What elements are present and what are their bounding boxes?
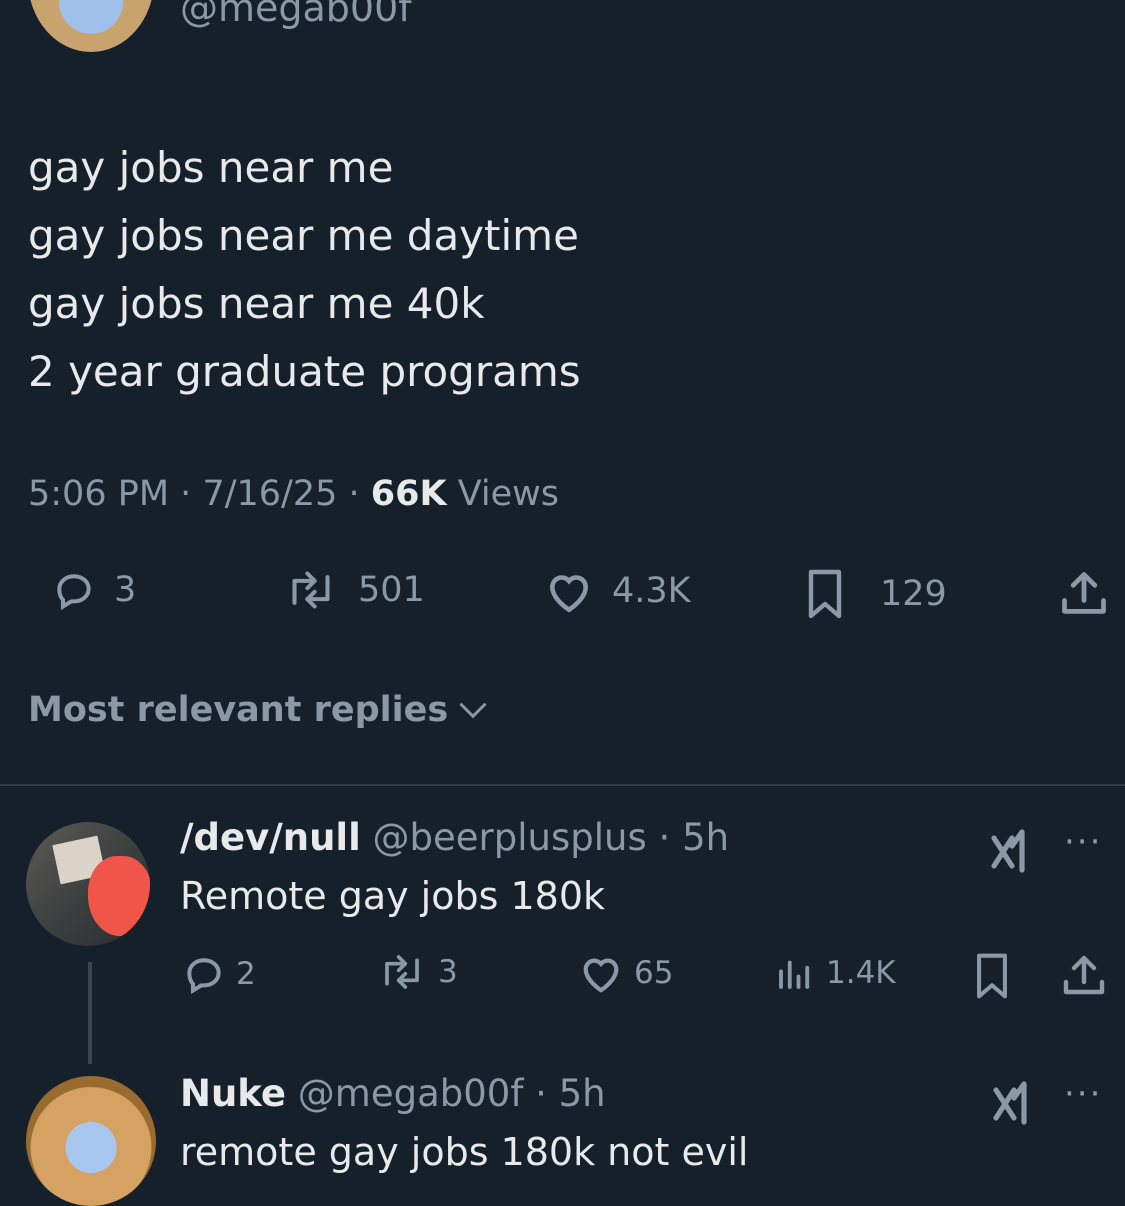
repost-icon bbox=[292, 571, 330, 609]
heart-icon bbox=[583, 958, 619, 993]
author-avatar[interactable] bbox=[28, 0, 154, 52]
reply-repost-button[interactable]: 3 bbox=[376, 952, 458, 992]
heart-icon bbox=[550, 575, 588, 613]
separator: · bbox=[523, 1072, 559, 1115]
analytics-icon bbox=[779, 960, 810, 989]
like-count: 4.3K bbox=[612, 571, 691, 611]
repost-button[interactable]: 501 bbox=[282, 568, 425, 612]
reply-views-button[interactable]: 1.4K bbox=[774, 952, 896, 994]
tweet-line: 2 year graduate programs bbox=[28, 347, 581, 396]
reply-like-count: 65 bbox=[634, 955, 674, 991]
reply-repost-count: 3 bbox=[438, 954, 458, 990]
reply-count: 3 bbox=[114, 570, 137, 610]
replies-sort[interactable]: Most relevant replies bbox=[28, 690, 488, 730]
reply-header: /dev/null @beerplusplus · 5h bbox=[180, 816, 729, 859]
reply-header: Nuke @megab00f · 5h bbox=[180, 1072, 606, 1115]
tweet-line: gay jobs near me daytime bbox=[28, 211, 579, 260]
separator: · bbox=[646, 816, 683, 859]
separator: · bbox=[180, 474, 203, 514]
bookmark-icon[interactable] bbox=[972, 952, 1012, 1000]
reply-author-name[interactable]: Nuke bbox=[180, 1072, 286, 1115]
grok-icon[interactable] bbox=[986, 826, 1034, 874]
bookmark-icon bbox=[808, 569, 842, 619]
share-icon bbox=[1062, 572, 1106, 614]
tweet-line: gay jobs near me bbox=[28, 143, 394, 192]
reply-avatar[interactable] bbox=[26, 1076, 156, 1206]
like-button[interactable]: 4.3K bbox=[544, 568, 691, 614]
reply-views-count: 1.4K bbox=[826, 955, 896, 991]
avatar-blob-shape bbox=[88, 856, 150, 936]
reply-icon bbox=[187, 958, 221, 995]
reply-author-handle[interactable]: @beerplusplus bbox=[373, 816, 647, 859]
thread-line bbox=[88, 962, 92, 1064]
reply-author-handle[interactable]: @megab00f bbox=[298, 1072, 524, 1115]
views-count: 66K bbox=[370, 474, 447, 514]
reply-icon bbox=[57, 574, 91, 611]
bookmark-count: 129 bbox=[880, 574, 947, 614]
share-button[interactable] bbox=[1058, 568, 1110, 620]
repost-icon bbox=[385, 955, 419, 989]
tweet-line: gay jobs near me 40k bbox=[28, 279, 485, 328]
reply-age[interactable]: 5h bbox=[559, 1072, 606, 1115]
reply-button[interactable]: 3 bbox=[52, 568, 136, 612]
author-handle[interactable]: @megab00f bbox=[180, 0, 412, 30]
repost-count: 501 bbox=[358, 570, 425, 610]
grok-icon[interactable] bbox=[988, 1078, 1036, 1126]
reply-text: remote gay jobs 180k not evil bbox=[180, 1130, 749, 1174]
chevron-down-icon bbox=[459, 702, 487, 719]
separator: · bbox=[348, 474, 371, 514]
share-icon[interactable] bbox=[1060, 952, 1108, 1000]
reply-reply-count: 2 bbox=[236, 956, 256, 992]
tweet-date[interactable]: 7/16/25 bbox=[202, 474, 337, 514]
replies-sort-label: Most relevant replies bbox=[28, 690, 449, 730]
tweet-text: gay jobs near me gay jobs near me daytim… bbox=[28, 134, 581, 406]
reply-age[interactable]: 5h bbox=[682, 816, 729, 859]
more-icon[interactable]: ··· bbox=[1064, 1074, 1102, 1114]
reply-author-name[interactable]: /dev/null bbox=[180, 816, 361, 859]
reply-reply-button[interactable]: 2 bbox=[182, 952, 256, 996]
divider bbox=[0, 784, 1125, 786]
more-icon[interactable]: ··· bbox=[1064, 822, 1102, 862]
bookmark-button[interactable]: 129 bbox=[804, 568, 947, 620]
tweet-time[interactable]: 5:06 PM bbox=[28, 474, 169, 514]
tweet-meta: 5:06 PM · 7/16/25 · 66K Views bbox=[28, 474, 559, 514]
reply-like-button[interactable]: 65 bbox=[578, 952, 673, 994]
reply-text: Remote gay jobs 180k bbox=[180, 874, 606, 918]
views-label: Views bbox=[457, 474, 560, 514]
reply-avatar[interactable] bbox=[26, 822, 150, 946]
